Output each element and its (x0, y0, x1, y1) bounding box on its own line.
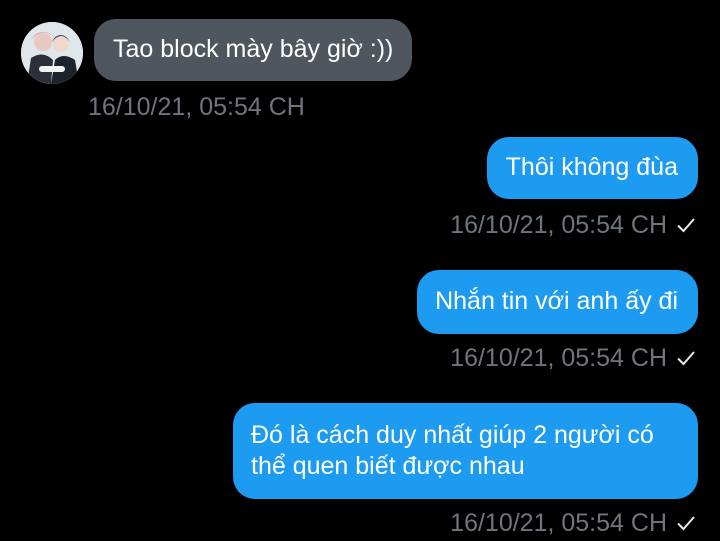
message-timestamp: 16/10/21, 05:54 CH (450, 344, 667, 372)
received-message-bubble[interactable]: Tao block mày bây giờ :)) (94, 19, 413, 81)
message-timestamp-row: 16/10/21, 05:54 CH (450, 343, 695, 373)
message-text-line: Đó là cách duy nhất giúp 2 người có (251, 421, 654, 449)
message-timestamp: 16/10/21, 05:54 CH (450, 211, 667, 239)
message-timestamp: 16/10/21, 05:54 CH (450, 509, 667, 537)
message-text-line: thể quen biết được nhau (251, 452, 525, 480)
sent-message-bubble[interactable]: Nhắn tin với anh ấy đi (417, 270, 698, 334)
message-timestamp: 16/10/21, 05:54 CH (88, 93, 305, 121)
message-text: Nhắn tin với anh ấy đi (435, 287, 678, 315)
check-icon (677, 217, 695, 233)
message-timestamp-row: 16/10/21, 05:54 CH (88, 92, 305, 122)
avatar-image (21, 22, 83, 84)
message-text: Thôi không đùa (505, 153, 678, 181)
contact-avatar[interactable] (21, 22, 83, 84)
check-icon (677, 515, 695, 531)
sent-message-bubble[interactable]: Thôi không đùa (486, 137, 698, 199)
message-text: Tao block mày bây giờ :)) (113, 35, 394, 63)
message-timestamp-row: 16/10/21, 05:54 CH (450, 508, 695, 538)
check-icon (677, 350, 695, 366)
sent-message-bubble[interactable]: Đó là cách duy nhất giúp 2 người có thể … (233, 403, 698, 499)
message-timestamp-row: 16/10/21, 05:54 CH (450, 210, 695, 240)
